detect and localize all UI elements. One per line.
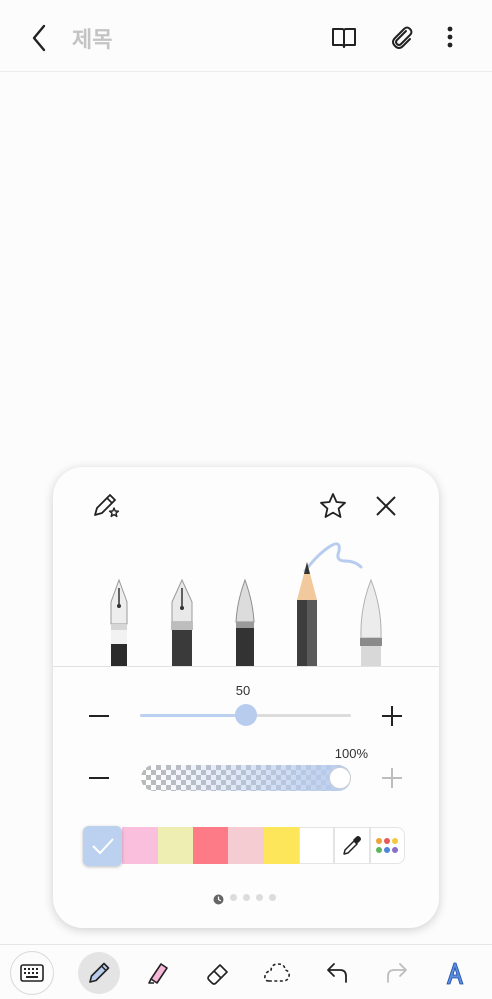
brush-pen[interactable]	[228, 578, 262, 666]
color-swatch[interactable]	[228, 827, 264, 864]
page-dot[interactable]	[269, 894, 276, 901]
open-book-icon	[332, 28, 356, 48]
reading-mode-button[interactable]	[325, 18, 363, 56]
more-vertical-icon	[447, 26, 453, 48]
pen-tool-button[interactable]	[78, 952, 120, 994]
decrease-size-button[interactable]	[86, 703, 112, 729]
back-arrow-icon	[32, 24, 46, 52]
keyboard-icon	[20, 964, 44, 982]
pen-settings-panel: 50 100%	[53, 467, 439, 928]
top-app-bar: 제목	[0, 0, 492, 72]
pen-icon	[89, 962, 110, 983]
plus-icon	[382, 768, 402, 788]
color-palette	[83, 826, 405, 866]
eraser-icon	[207, 964, 228, 985]
bottom-toolbar	[0, 944, 492, 999]
text-style-button[interactable]	[434, 952, 476, 994]
attach-button[interactable]	[383, 18, 421, 56]
page-dot[interactable]	[243, 894, 250, 901]
color-swatch[interactable]	[192, 827, 229, 864]
minus-icon	[89, 777, 109, 779]
undo-icon	[327, 963, 347, 983]
note-title-input[interactable]: 제목	[72, 22, 112, 54]
paperclip-icon	[392, 26, 413, 49]
plus-icon	[382, 706, 402, 726]
eraser-tool-button[interactable]	[197, 952, 239, 994]
size-slider[interactable]	[140, 704, 351, 726]
color-swatch[interactable]	[83, 826, 123, 866]
decrease-opacity-button[interactable]	[86, 765, 112, 791]
star-icon	[320, 493, 346, 518]
text-style-icon	[446, 962, 464, 985]
pen-type-selector	[53, 537, 439, 667]
back-button[interactable]	[22, 20, 58, 56]
size-value-label: 50	[235, 683, 251, 698]
color-swatch[interactable]	[157, 827, 193, 864]
redo-icon	[387, 963, 407, 983]
eyedropper-button[interactable]	[334, 827, 370, 864]
palette-page-indicator	[213, 892, 276, 905]
opacity-value-label: 100%	[334, 746, 368, 761]
undo-button[interactable]	[316, 952, 358, 994]
increase-opacity-button[interactable]	[379, 765, 405, 791]
increase-size-button[interactable]	[379, 703, 405, 729]
size-slider-fill	[140, 714, 246, 717]
color-swatch[interactable]	[263, 827, 299, 864]
keyboard-mode-button[interactable]	[10, 951, 54, 995]
color-swatch[interactable]	[298, 827, 335, 864]
highlighter-tool-button[interactable]	[137, 952, 179, 994]
opacity-gradient	[141, 765, 351, 791]
redo-button[interactable]	[376, 952, 418, 994]
checkmark-icon	[91, 838, 114, 855]
color-swatch[interactable]	[122, 827, 158, 864]
highlighter-icon	[148, 963, 168, 984]
more-colors-button[interactable]	[369, 827, 405, 864]
fountain-pen[interactable]	[102, 578, 136, 666]
favorite-pens-button[interactable]	[89, 489, 123, 523]
opacity-slider-thumb[interactable]	[329, 767, 351, 789]
marker[interactable]	[354, 578, 388, 666]
recent-colors-icon[interactable]	[213, 892, 224, 905]
size-slider-thumb[interactable]	[234, 704, 257, 726]
close-panel-button[interactable]	[369, 489, 403, 523]
minus-icon	[89, 715, 109, 717]
pen-star-icon	[94, 494, 120, 518]
page-dot[interactable]	[256, 894, 263, 901]
lasso-select-button[interactable]	[256, 952, 298, 994]
color-palette-icon	[376, 837, 399, 853]
opacity-slider[interactable]	[141, 765, 351, 791]
page-dot[interactable]	[230, 894, 237, 901]
more-options-button[interactable]	[431, 18, 469, 56]
add-favorite-button[interactable]	[316, 489, 350, 523]
close-icon	[376, 496, 396, 516]
calligraphy-pen[interactable]	[165, 578, 199, 666]
pencil[interactable]	[290, 562, 324, 666]
eyedropper-icon	[343, 835, 361, 855]
lasso-icon	[264, 963, 290, 982]
